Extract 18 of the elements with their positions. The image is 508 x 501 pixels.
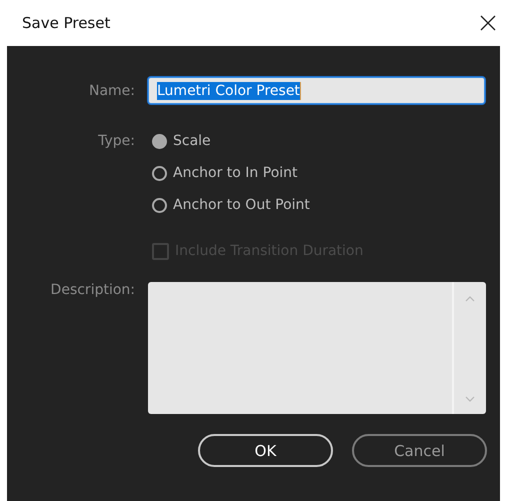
name-field[interactable]: Lumetri Color Preset [148, 77, 485, 104]
name-label: Name: [88, 82, 135, 98]
radio-button[interactable] [152, 166, 167, 180]
radio-button[interactable] [152, 134, 167, 148]
name-value: Lumetri Color Preset [157, 82, 301, 100]
option-label: Scale [173, 133, 211, 149]
description-field[interactable] [148, 282, 486, 414]
option-label: Anchor to Out Point [173, 197, 310, 213]
window-title: Save Preset [22, 14, 110, 32]
close-icon[interactable] [480, 15, 496, 31]
description-label: Description: [50, 282, 135, 300]
type-label: Type: [97, 132, 135, 151]
scroll-up-icon[interactable] [465, 296, 475, 302]
option-label: Anchor to In Point [173, 165, 298, 181]
ok-button[interactable]: OK [198, 434, 333, 467]
radio-button[interactable] [152, 198, 167, 212]
cancel-button[interactable]: Cancel [352, 434, 487, 467]
scroll-down-icon[interactable] [465, 396, 475, 402]
